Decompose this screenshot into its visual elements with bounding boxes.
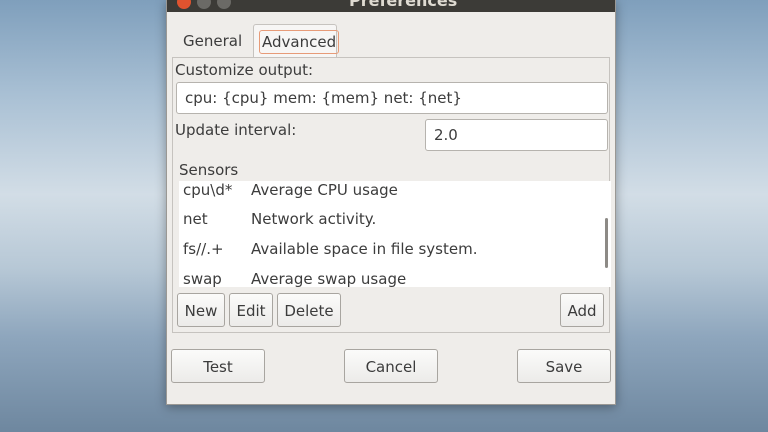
sensor-description: Average CPU usage [251,181,398,199]
sensors-label: Sensors [179,161,239,179]
tab-advanced-label: Advanced [259,30,340,54]
customize-output-label: Customize output: [175,61,314,79]
add-sensor-button[interactable]: Add [560,293,604,327]
tab-advanced[interactable]: Advanced [253,24,340,58]
advanced-panel: Customize output: Update interval: Senso… [172,57,611,333]
sensors-scrollbar[interactable] [605,218,608,268]
save-button[interactable]: Save [517,349,611,383]
new-sensor-button[interactable]: New [177,293,225,327]
customize-output-field[interactable] [176,82,608,114]
sensor-description: Average swap usage [251,270,407,287]
minimize-window-button[interactable] [197,0,211,9]
update-interval-field[interactable] [425,119,608,151]
update-interval-label: Update interval: [175,121,297,139]
sensor-key: cpu\d* [183,181,233,199]
window-title: Preferences [349,0,458,10]
cancel-button[interactable]: Cancel [344,349,438,383]
sensor-key: fs//.+ [183,240,224,258]
sensor-key: swap [183,270,222,287]
test-button[interactable]: Test [171,349,265,383]
delete-sensor-button[interactable]: Delete [277,293,341,327]
sensor-description: Network activity. [251,210,377,228]
sensors-list[interactable]: cpu\d* Average CPU usage net Network act… [179,181,611,287]
titlebar: Preferences [167,0,615,12]
tab-general[interactable]: General [177,26,248,56]
maximize-window-button[interactable] [217,0,231,9]
edit-sensor-button[interactable]: Edit [229,293,273,327]
preferences-dialog: Preferences General Advanced Customize o… [166,0,616,405]
sensor-key: net [183,210,208,228]
sensor-description: Available space in file system. [251,240,478,258]
close-window-button[interactable] [177,0,191,9]
